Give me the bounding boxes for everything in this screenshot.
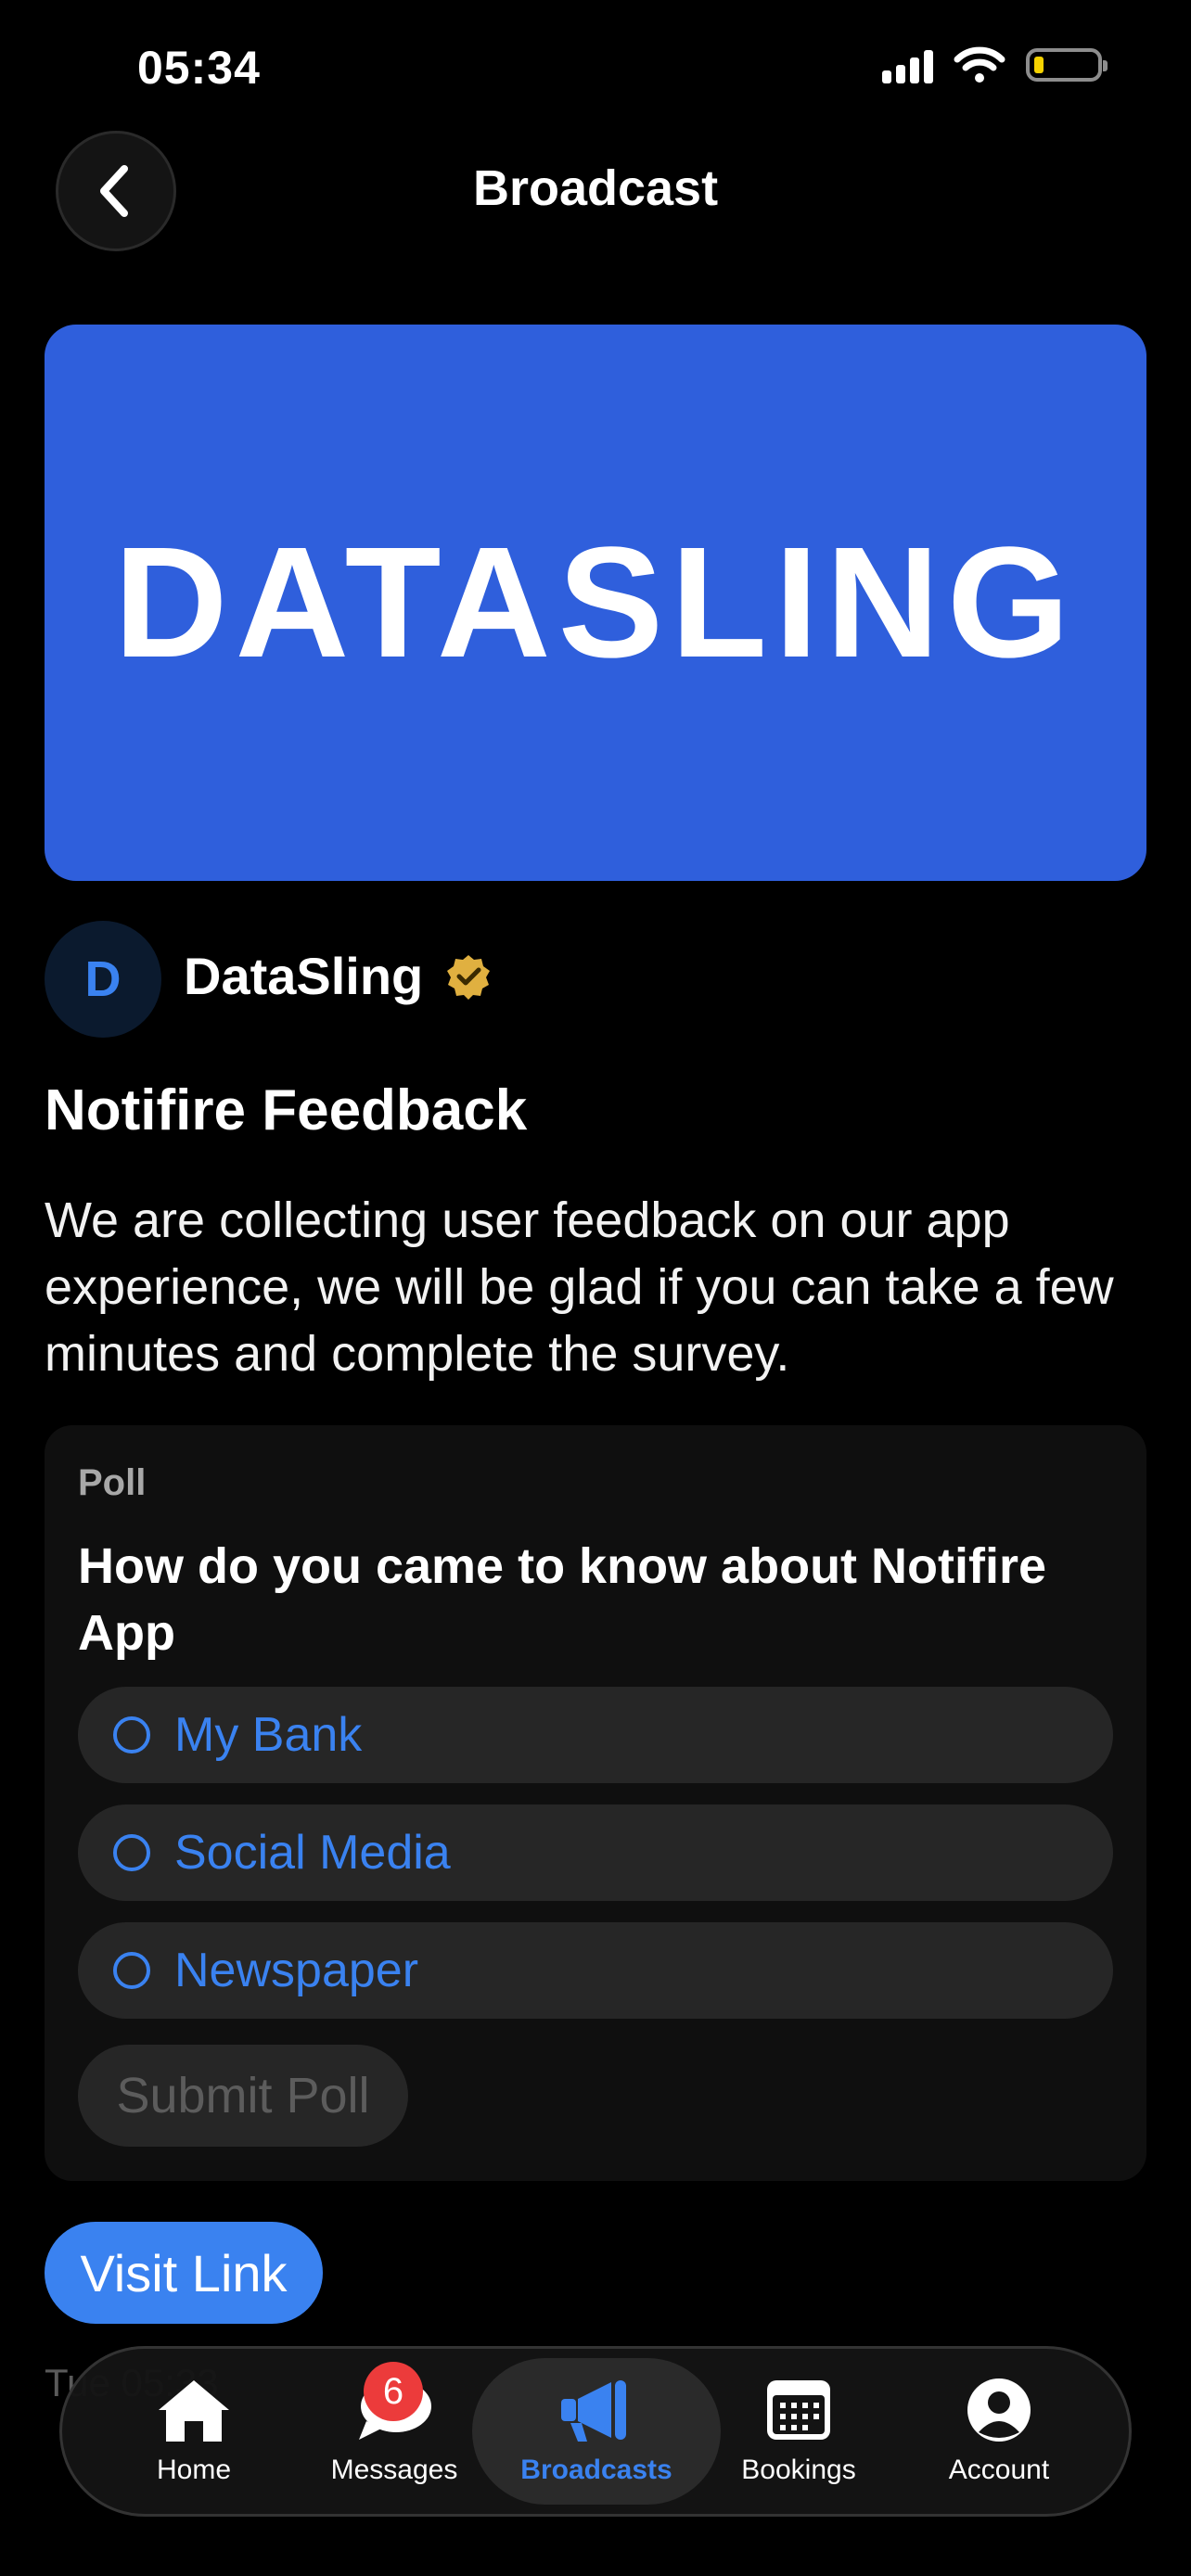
broadcast-banner-image: DATASLING xyxy=(45,325,1146,881)
battery-icon xyxy=(1026,48,1108,82)
post-body: We are collecting user feedback on our a… xyxy=(45,1192,1114,1382)
sender-avatar: D xyxy=(45,921,161,1038)
messages-unread-badge: 6 xyxy=(364,2362,423,2421)
tab-label: Home xyxy=(156,2455,232,2485)
tab-label: Broadcasts xyxy=(520,2455,672,2485)
radio-button[interactable] xyxy=(113,1716,150,1753)
banner-logo-text: DATASLING xyxy=(113,515,1078,691)
tab-label: Account xyxy=(948,2455,1050,2485)
tab-label: Bookings xyxy=(741,2455,856,2485)
poll-card: Poll How do you came to know about Notif… xyxy=(45,1425,1146,2181)
sender-name: DataSling xyxy=(184,947,424,1005)
verified-badge-icon xyxy=(447,954,491,1000)
megaphone-icon xyxy=(561,2380,626,2442)
tab-home[interactable]: Home xyxy=(92,2349,296,2514)
poll-option-newspaper[interactable]: Newspaper xyxy=(78,1922,1113,2019)
radio-button[interactable] xyxy=(113,1952,150,1989)
wifi-icon xyxy=(954,46,1005,83)
tab-bar: Home Messages Broadcasts Bookings Accoun… xyxy=(59,2346,1132,2517)
status-icons xyxy=(882,46,1108,83)
post-title: Notifire Feedback xyxy=(45,1078,528,1142)
poll-option-label: Newspaper xyxy=(174,1944,419,1997)
tab-account[interactable]: Account xyxy=(897,2349,1101,2514)
cellular-signal-icon xyxy=(882,46,933,83)
poll-option-my-bank[interactable]: My Bank xyxy=(78,1687,1113,1783)
poll-option-label: My Bank xyxy=(174,1708,363,1762)
tab-broadcasts[interactable]: Broadcasts xyxy=(472,2358,721,2505)
sender-row: DataSling xyxy=(184,946,492,1006)
submit-poll-button[interactable]: Submit Poll xyxy=(78,2045,408,2147)
user-icon xyxy=(967,2378,1031,2442)
tab-bookings[interactable]: Bookings xyxy=(697,2349,901,2514)
calendar-icon xyxy=(767,2380,830,2440)
page-title: Broadcast xyxy=(472,160,719,216)
poll-question: How do you came to know about Notifire A… xyxy=(78,1538,1047,1661)
tab-label: Messages xyxy=(330,2455,458,2485)
visit-link-button[interactable]: Visit Link xyxy=(45,2222,323,2324)
status-time: 05:34 xyxy=(137,42,261,94)
home-icon xyxy=(159,2380,229,2442)
poll-label: Poll xyxy=(78,1462,147,1503)
poll-option-social-media[interactable]: Social Media xyxy=(78,1804,1113,1901)
radio-button[interactable] xyxy=(113,1834,150,1871)
poll-option-label: Social Media xyxy=(174,1826,451,1880)
